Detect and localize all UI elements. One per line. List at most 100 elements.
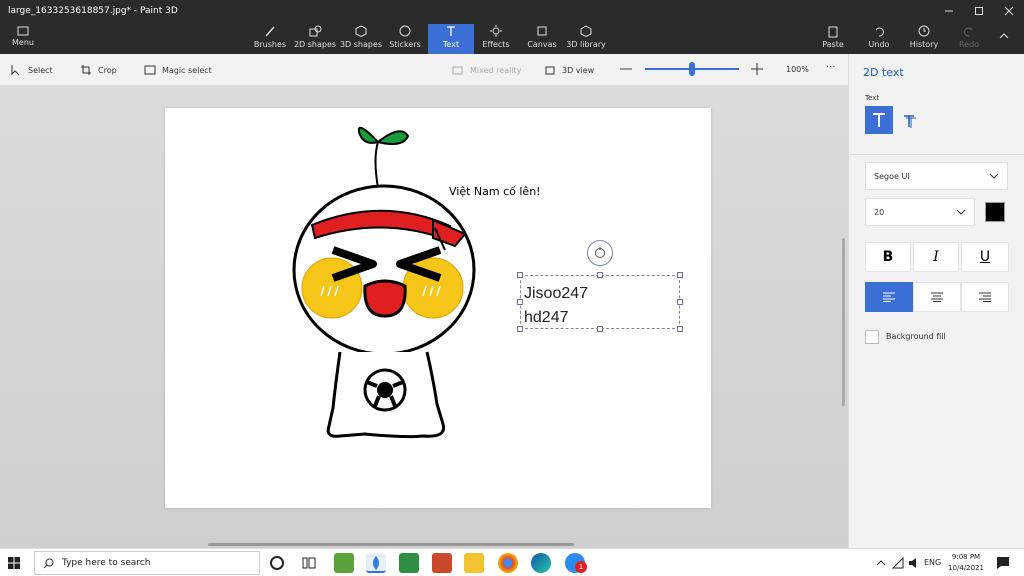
edge-app-icon[interactable] (531, 553, 551, 573)
align-left-button[interactable] (865, 282, 913, 312)
zoom-slider[interactable] (645, 62, 739, 76)
caption-text[interactable]: Việt Nam cố lên! (449, 185, 541, 198)
resize-handle[interactable] (677, 299, 683, 305)
paste-label: Paste (822, 40, 844, 49)
chevron-up-icon (999, 33, 1009, 39)
3d-text-button[interactable] (899, 110, 921, 132)
background-fill-checkbox[interactable] (865, 330, 879, 344)
minimize-button[interactable] (934, 0, 964, 22)
taskbar-search-box[interactable]: Type here to search (34, 551, 260, 575)
zoom-in-button[interactable] (750, 62, 764, 76)
horizontal-scrollbar[interactable] (208, 543, 574, 546)
select-button[interactable]: Select (10, 64, 53, 76)
3d-view-button[interactable]: 3D view (544, 64, 594, 76)
background-fill-label: Background fill (886, 332, 946, 341)
menu-button[interactable]: Menu (4, 24, 42, 52)
tool-effects[interactable]: Effects (478, 24, 514, 54)
calculator-app-icon[interactable] (399, 553, 419, 573)
text-section-label: Text (865, 94, 880, 102)
zoom-slider-thumb[interactable] (689, 62, 695, 76)
font-size-dropdown[interactable]: 20 (865, 198, 975, 226)
tool-canvas[interactable]: Canvas (524, 24, 560, 54)
paste-icon (828, 26, 838, 38)
menu-label: Menu (12, 38, 34, 47)
history-button[interactable]: History (906, 24, 942, 54)
mixed-reality-label: Mixed reality (470, 65, 522, 75)
paint-3d-app-icon[interactable] (366, 553, 386, 573)
redo-icon (964, 27, 973, 37)
crop-label: Crop (98, 65, 117, 75)
collapse-panel-button[interactable] (998, 30, 1018, 46)
file-explorer-icon[interactable] (464, 553, 484, 573)
cortana-icon[interactable] (270, 556, 284, 570)
align-center-button[interactable] (913, 282, 961, 312)
action-center-icon[interactable] (996, 556, 1010, 570)
text-box-content[interactable]: Jisoo247 hd247 (524, 282, 588, 330)
mixed-reality-button[interactable]: Mixed reality (452, 64, 521, 76)
text-color-swatch[interactable] (985, 202, 1005, 222)
tool-text[interactable]: Text (428, 24, 474, 54)
magic-select-button[interactable]: Magic select (144, 64, 212, 76)
vertical-scrollbar[interactable] (842, 238, 845, 406)
history-label: History (909, 40, 939, 49)
align-left-icon (883, 292, 895, 302)
align-right-button[interactable] (961, 282, 1009, 312)
close-button[interactable] (994, 0, 1024, 22)
underline-button[interactable]: U (961, 242, 1009, 272)
divider (850, 154, 1024, 155)
side-panel: 2D text Text Segoe UI 20 B I U Backgroun… (848, 54, 1024, 548)
mixed-reality-icon (452, 66, 463, 75)
resize-handle[interactable] (597, 326, 603, 332)
task-view-icon[interactable] (302, 556, 316, 570)
crop-button[interactable]: Crop (80, 64, 117, 76)
tool-label: 3D shapes (339, 40, 383, 49)
chrome-app-icon[interactable] (498, 553, 518, 573)
zoom-out-button[interactable] (620, 68, 632, 70)
notification-badge: 1 (575, 561, 587, 573)
text-box[interactable]: Jisoo247 hd247 (520, 275, 680, 329)
resize-handle[interactable] (677, 326, 683, 332)
tool-2d-shapes[interactable]: 2D shapes (293, 24, 337, 54)
text-line: Jisoo247 (524, 285, 589, 302)
maximize-icon (975, 7, 983, 15)
cube-icon (355, 25, 367, 38)
history-icon (918, 25, 930, 37)
resize-handle[interactable] (517, 326, 523, 332)
volume-icon[interactable] (908, 557, 920, 569)
minecraft-app-icon[interactable] (334, 553, 354, 573)
tool-3d-library[interactable]: 3D library (566, 24, 606, 54)
align-right-icon (979, 292, 991, 302)
rotate-handle[interactable] (587, 240, 613, 266)
zalo-app-icon[interactable]: 1 (565, 553, 587, 573)
folder-icon (17, 26, 29, 36)
redo-button[interactable]: Redo (954, 24, 984, 54)
language-indicator[interactable]: ENG (924, 558, 941, 567)
3d-text-icon (904, 115, 916, 128)
taskbar: Type here to search 1 ENG 9:08 PM 10/4/2… (0, 548, 1024, 576)
maximize-button[interactable] (964, 0, 994, 22)
italic-button[interactable]: I (913, 242, 959, 272)
undo-button[interactable]: Undo (864, 24, 894, 54)
resize-handle[interactable] (677, 272, 683, 278)
more-options-button[interactable]: ··· (826, 62, 836, 73)
align-center-icon (931, 292, 943, 302)
start-button[interactable] (8, 557, 20, 569)
paint-app-icon[interactable] (432, 553, 452, 573)
plus-icon (751, 63, 763, 75)
tool-3d-shapes[interactable]: 3D shapes (340, 24, 382, 54)
paste-button[interactable]: Paste (818, 24, 848, 54)
resize-handle[interactable] (517, 272, 523, 278)
font-dropdown[interactable]: Segoe UI (865, 162, 1008, 190)
sticker-icon (399, 25, 411, 37)
resize-handle[interactable] (597, 272, 603, 278)
canvas[interactable]: Việt Nam cố lên! Jisoo247 hd247 (165, 108, 711, 508)
network-icon[interactable] (891, 556, 904, 569)
chevron-up-icon[interactable] (876, 558, 886, 568)
tool-stickers[interactable]: Stickers (386, 24, 424, 54)
tool-label: 2D shapes (293, 40, 337, 49)
resize-handle[interactable] (517, 299, 523, 305)
bold-button[interactable]: B (865, 242, 911, 272)
plain-text-button[interactable] (865, 106, 893, 134)
clock[interactable]: 9:08 PM 10/4/2021 (947, 552, 985, 574)
tool-brushes[interactable]: Brushes (252, 24, 288, 54)
